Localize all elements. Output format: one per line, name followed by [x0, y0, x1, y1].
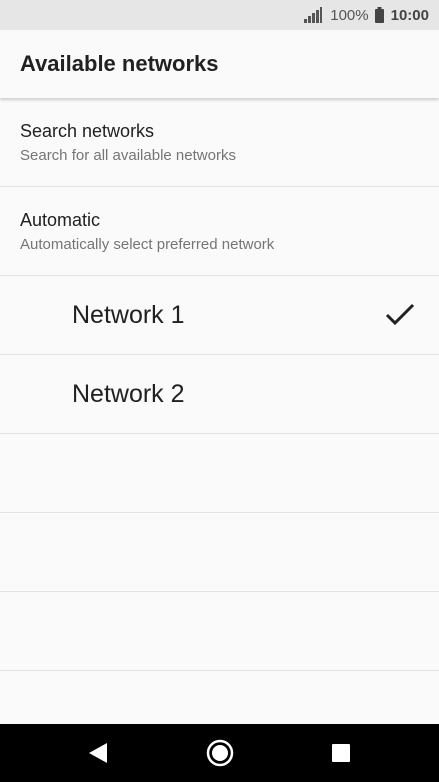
- status-bar: 100% 10:00: [0, 0, 439, 30]
- network-item-1[interactable]: Network 1: [0, 276, 439, 355]
- network-item-2[interactable]: Network 2: [0, 355, 439, 434]
- checkmark-icon: [385, 303, 415, 326]
- app-bar: Available networks: [0, 30, 439, 98]
- automatic-summary: Automatically select preferred network: [20, 235, 275, 253]
- page-title: Available networks: [20, 51, 219, 76]
- search-networks-item[interactable]: Search networks Search for all available…: [0, 98, 439, 187]
- recents-button[interactable]: [311, 724, 371, 782]
- automatic-title: Automatic: [20, 209, 101, 230]
- back-button[interactable]: [68, 724, 128, 782]
- signal-icon: [304, 7, 323, 23]
- back-icon: [89, 743, 107, 763]
- search-networks-title: Search networks: [20, 120, 155, 141]
- navigation-bar: [0, 724, 439, 782]
- empty-list-row: [0, 592, 439, 671]
- clock: 10:00: [390, 6, 429, 24]
- automatic-item[interactable]: Automatic Automatically select preferred…: [0, 187, 439, 276]
- recents-icon: [332, 744, 350, 762]
- home-button[interactable]: [190, 724, 250, 782]
- search-networks-summary: Search for all available networks: [20, 146, 236, 164]
- screen: 100% 10:00 Available networks Search net…: [0, 0, 439, 782]
- empty-list-row: [0, 513, 439, 592]
- empty-list-row: [0, 434, 439, 513]
- network-label: Network 1: [72, 300, 185, 329]
- home-icon: [206, 739, 234, 767]
- network-list: Search networks Search for all available…: [0, 98, 439, 671]
- battery-icon: [374, 7, 384, 23]
- battery-percent: 100%: [330, 6, 369, 24]
- network-label: Network 2: [72, 379, 185, 408]
